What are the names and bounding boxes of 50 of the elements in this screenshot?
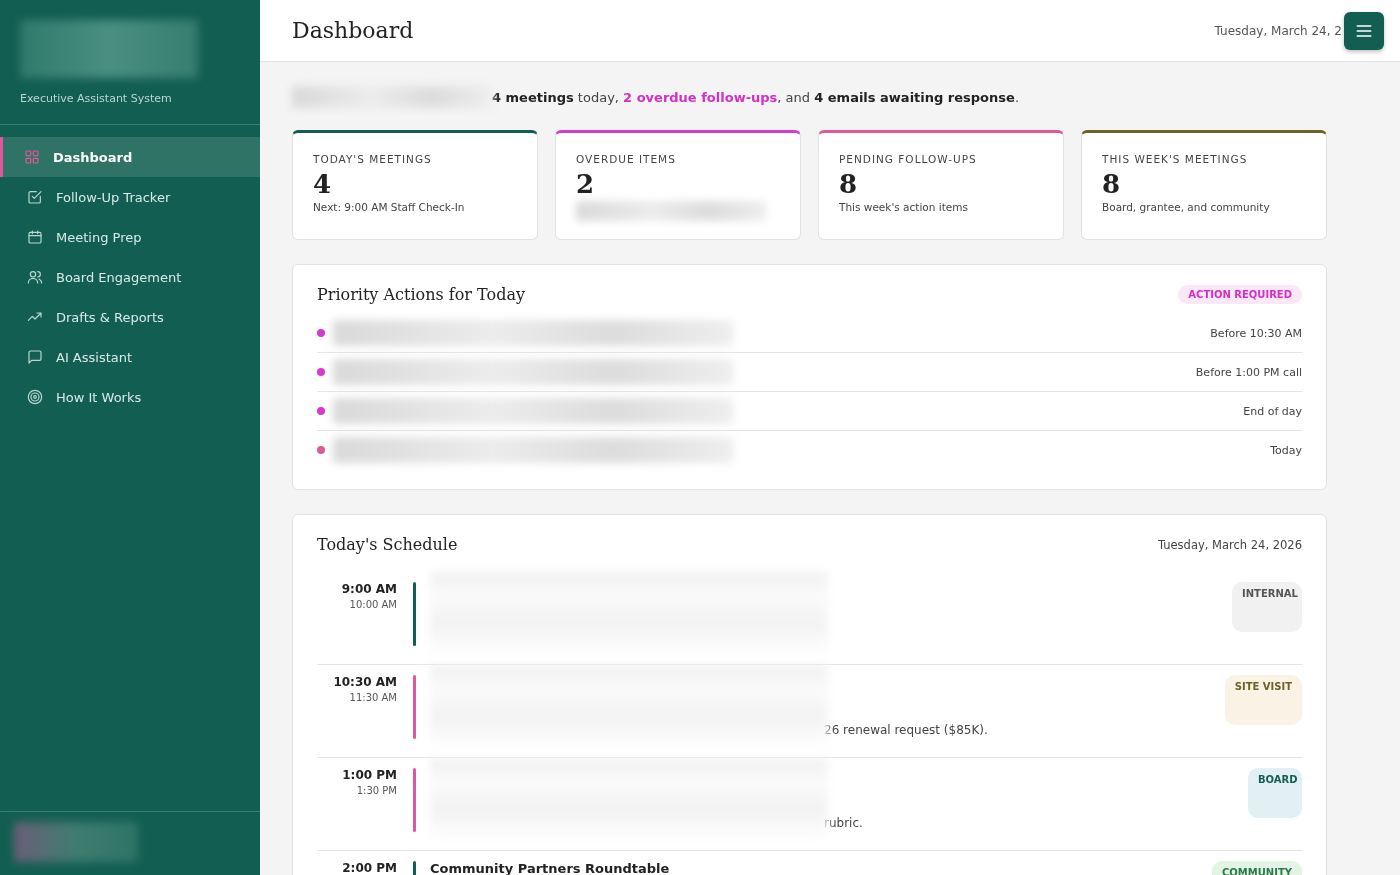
checkbox-icon: [27, 189, 43, 205]
stat-value: 2: [576, 169, 596, 199]
target-icon: [27, 389, 43, 405]
panel-title: Today's Schedule: [317, 535, 458, 554]
start-time: 9:00 AM: [340, 582, 397, 596]
panel-title: Priority Actions for Today: [317, 285, 525, 304]
sidebar-item[interactable]: Board Engagement: [0, 257, 260, 297]
event-description: rubric.: [824, 816, 863, 832]
stat-label: OVERDUE ITEMS: [576, 153, 677, 165]
summary-text: 4 meetings today, 2 overdue follow-ups, and 4 emails awaiting response.: [492, 89, 1019, 105]
stat-note: This week's action items: [839, 201, 969, 213]
stat-value: 8: [1102, 169, 1122, 199]
sidebar-item[interactable]: Drafts & Reports: [0, 297, 260, 337]
app-subtitle: Executive Assistant System: [20, 92, 173, 105]
people-icon: [27, 269, 43, 285]
event-tag: BOARD: [1248, 768, 1302, 818]
end-time: 11:30 AM: [348, 692, 397, 703]
menu-button[interactable]: [1344, 11, 1384, 50]
stat-note: Board, grantee, and community: [1102, 201, 1271, 213]
start-time: 10:30 AM: [332, 675, 397, 689]
due-time: End of day: [1243, 404, 1302, 418]
due-time: Today: [1270, 443, 1302, 457]
chat-icon: [27, 349, 43, 365]
due-time: Before 10:30 AM: [1210, 326, 1302, 340]
event-title: Community Partners Roundtable: [430, 861, 670, 875]
due-time: Before 1:00 PM call: [1195, 365, 1302, 379]
stat-label: TODAY'S MEETINGS: [313, 153, 433, 165]
stat-label: PENDING FOLLOW-UPS: [839, 153, 978, 165]
date-text: Tuesday, March 24, 2: [1214, 23, 1342, 38]
sidebar-item[interactable]: Meeting Prep: [0, 217, 260, 257]
date-text: Tuesday, March 24, 2026: [1157, 537, 1302, 552]
calendar-icon: [27, 229, 43, 245]
event-description: 26 renewal request ($85K).: [824, 723, 988, 739]
stat-value: 4: [313, 169, 333, 199]
stat-label: THIS WEEK'S MEETINGS: [1102, 153, 1249, 165]
end-time: 1:30 PM: [355, 785, 397, 796]
grid-icon: [24, 149, 40, 165]
event-tag: SITE VISIT: [1224, 675, 1302, 725]
start-time: 2:00 PM: [341, 861, 397, 875]
stat-value: 8: [839, 169, 859, 199]
start-time: 1:00 PM: [341, 768, 397, 782]
event-tag: INTERNAL: [1232, 582, 1302, 632]
page-title: Dashboard: [292, 18, 415, 43]
sidebar-item[interactable]: How It Works: [0, 377, 260, 417]
sidebar-item[interactable]: Follow-Up Tracker: [0, 177, 260, 217]
stat-note: Next: 9:00 AM Staff Check-In: [313, 201, 466, 213]
sidebar-item[interactable]: AI Assistant: [0, 337, 260, 377]
status-badge: ACTION REQUIRED: [1178, 285, 1302, 304]
sidebar-item[interactable]: Dashboard: [0, 137, 260, 177]
end-time: 10:00 AM: [348, 599, 397, 610]
